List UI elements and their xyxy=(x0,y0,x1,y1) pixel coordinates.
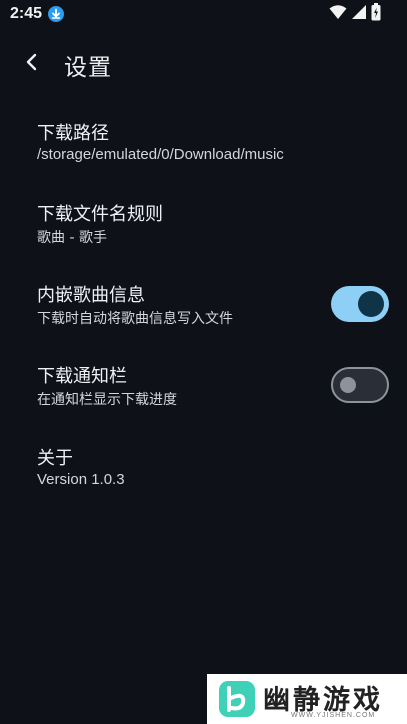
status-icons xyxy=(329,3,381,25)
setting-title: 内嵌歌曲信息 xyxy=(37,285,145,306)
setting-title: 下载通知栏 xyxy=(37,366,127,387)
battery-icon xyxy=(371,3,381,25)
setting-subtitle: /storage/emulated/0/Download/music xyxy=(37,146,284,163)
toggle-knob xyxy=(340,377,356,393)
toggle-knob xyxy=(358,291,384,317)
setting-subtitle: 歌曲 - 歌手 xyxy=(37,230,107,246)
setting-title: 下载路径 xyxy=(37,123,109,144)
wifi-icon xyxy=(329,4,347,24)
setting-title: 下载文件名规则 xyxy=(37,204,163,225)
setting-subtitle: 下载时自动将歌曲信息写入文件 xyxy=(37,311,233,327)
setting-download-notification[interactable]: 下载通知栏 在通知栏显示下载进度 xyxy=(0,352,407,424)
download-icon xyxy=(48,6,64,22)
settings-screen: 2:45 设置 下载路径 /storage/emulated/0/Downloa… xyxy=(0,0,407,724)
page-title: 设置 xyxy=(64,55,112,81)
embed-info-toggle[interactable] xyxy=(331,286,389,322)
signal-icon xyxy=(351,4,367,24)
back-button[interactable] xyxy=(16,48,48,80)
status-bar: 2:45 xyxy=(0,0,407,28)
setting-subtitle: 在通知栏显示下载进度 xyxy=(37,392,177,408)
setting-filename-rule[interactable]: 下载文件名规则 歌曲 - 歌手 xyxy=(0,190,407,262)
setting-embed-song-info[interactable]: 内嵌歌曲信息 下载时自动将歌曲信息写入文件 xyxy=(0,271,407,343)
status-time: 2:45 xyxy=(10,5,43,22)
watermark: 幽静游戏 WWW.YJISHEN.COM xyxy=(207,674,407,724)
setting-about[interactable]: 关于 Version 1.0.3 xyxy=(0,434,407,506)
back-arrow-icon xyxy=(25,53,39,75)
setting-subtitle: Version 1.0.3 xyxy=(37,471,125,488)
setting-title: 关于 xyxy=(37,448,73,469)
watermark-url: WWW.YJISHEN.COM xyxy=(291,712,376,719)
app-bar: 设置 xyxy=(0,36,407,92)
notification-toggle[interactable] xyxy=(331,367,389,403)
setting-download-path[interactable]: 下载路径 /storage/emulated/0/Download/music xyxy=(0,109,407,181)
watermark-logo-icon xyxy=(217,679,257,723)
